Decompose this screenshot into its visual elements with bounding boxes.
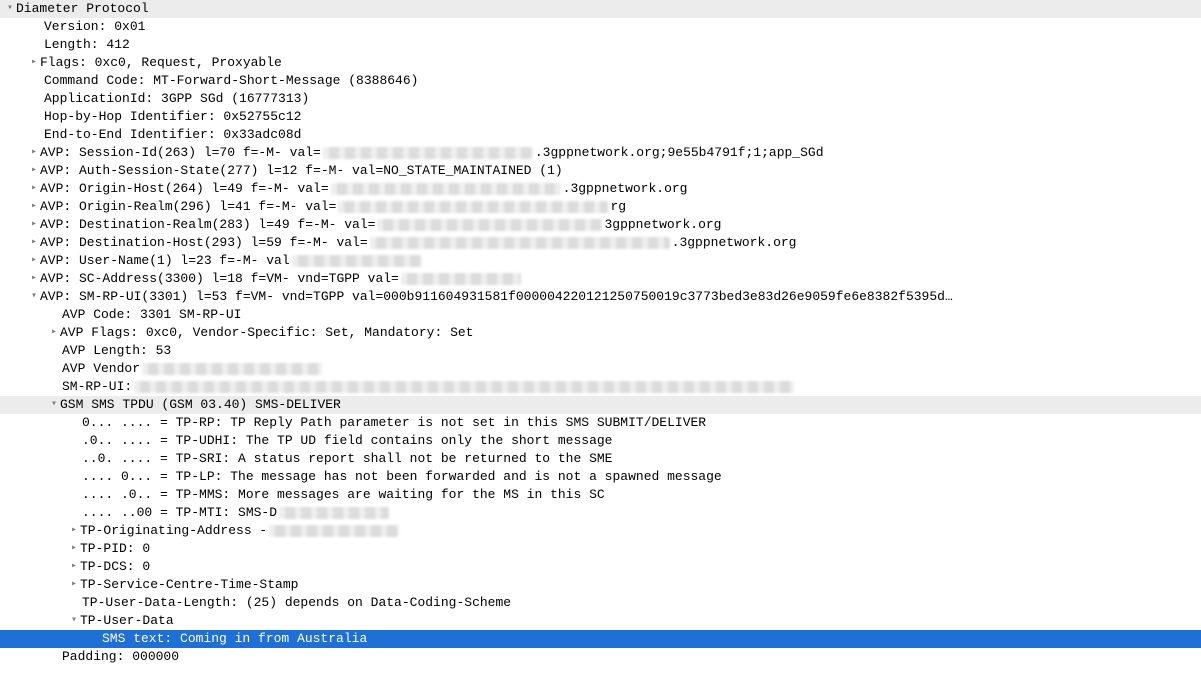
chevron-right-icon[interactable]: ▸ [68,576,80,594]
avp-flags[interactable]: ▸ AVP Flags: 0xc0, Vendor-Specific: Set,… [0,324,1201,342]
redaction [401,273,521,285]
tp-user-data[interactable]: ▾ TP-User-Data [0,612,1201,630]
chevron-down-icon[interactable]: ▾ [4,0,16,18]
tree-root-diameter[interactable]: ▾ Diameter Protocol [0,0,1201,18]
redaction [292,255,422,267]
tp-pid[interactable]: ▸ TP-PID: 0 [0,540,1201,558]
chevron-right-icon[interactable]: ▸ [28,162,40,180]
root-label: Diameter Protocol [16,0,149,18]
avp-length[interactable]: AVP Length: 53 [0,342,1201,360]
chevron-right-icon[interactable]: ▸ [28,144,40,162]
tp-originating-address[interactable]: ▸ TP-Originating-Address - [0,522,1201,540]
sms-text-row[interactable]: SMS text: Coming in from Australia [0,630,1201,648]
avp-sc-address[interactable]: ▸ AVP: SC-Address(3300) l=18 f=VM- vnd=T… [0,270,1201,288]
redaction [377,219,602,231]
field-flags[interactable]: ▸ Flags: 0xc0, Request, Proxyable [0,54,1201,72]
avp-code[interactable]: AVP Code: 3301 SM-RP-UI [0,306,1201,324]
redaction [279,507,389,519]
sms-text: SMS text: Coming in from Australia [102,630,367,648]
avp-session-id[interactable]: ▸ AVP: Session-Id(263) l=70 f=-M- val= .… [0,144,1201,162]
chevron-right-icon[interactable]: ▸ [28,234,40,252]
field-endtoend[interactable]: End-to-End Identifier: 0x33adc08d [0,126,1201,144]
padding-field[interactable]: Padding: 000000 [0,648,1201,666]
tp-rp[interactable]: 0... .... = TP-RP: TP Reply Path paramet… [0,414,1201,432]
avp-user-name[interactable]: ▸ AVP: User-Name(1) l=23 f=-M- val [0,252,1201,270]
avp-sm-rp-ui[interactable]: ▾ AVP: SM-RP-UI(3301) l=53 f=VM- vnd=TGP… [0,288,1201,306]
chevron-down-icon[interactable]: ▾ [48,396,60,414]
avp-vendor[interactable]: AVP Vendor [0,360,1201,378]
field-length[interactable]: Length: 412 [0,36,1201,54]
redaction [134,381,794,393]
tp-lp[interactable]: .... 0... = TP-LP: The message has not b… [0,468,1201,486]
chevron-right-icon[interactable]: ▸ [28,252,40,270]
chevron-right-icon[interactable]: ▸ [28,54,40,72]
chevron-down-icon[interactable]: ▾ [28,288,40,306]
chevron-right-icon[interactable]: ▸ [68,522,80,540]
redaction [338,201,608,213]
avp-destination-host[interactable]: ▸ AVP: Destination-Host(293) l=59 f=-M- … [0,234,1201,252]
redaction [331,183,561,195]
avp-origin-realm[interactable]: ▸ AVP: Origin-Realm(296) l=41 f=-M- val=… [0,198,1201,216]
tp-scts[interactable]: ▸ TP-Service-Centre-Time-Stamp [0,576,1201,594]
chevron-right-icon[interactable]: ▸ [68,558,80,576]
redaction [142,363,322,375]
chevron-down-icon[interactable]: ▾ [68,612,80,630]
redaction [269,525,399,537]
chevron-right-icon[interactable]: ▸ [68,540,80,558]
redaction [323,147,533,159]
avp-destination-realm[interactable]: ▸ AVP: Destination-Realm(283) l=49 f=-M-… [0,216,1201,234]
avp-auth-session-state[interactable]: ▸ AVP: Auth-Session-State(277) l=12 f=-M… [0,162,1201,180]
tp-mti[interactable]: .... ..00 = TP-MTI: SMS-D [0,504,1201,522]
tp-udhi[interactable]: .0.. .... = TP-UDHI: The TP UD field con… [0,432,1201,450]
sm-rp-ui-raw[interactable]: SM-RP-UI: [0,378,1201,396]
field-command-code[interactable]: Command Code: MT-Forward-Short-Message (… [0,72,1201,90]
gsm-sms-tpdu[interactable]: ▾ GSM SMS TPDU (GSM 03.40) SMS-DELIVER [0,396,1201,414]
tp-udl[interactable]: TP-User-Data-Length: (25) depends on Dat… [0,594,1201,612]
field-version[interactable]: Version: 0x01 [0,18,1201,36]
chevron-right-icon[interactable]: ▸ [28,180,40,198]
chevron-right-icon[interactable]: ▸ [28,198,40,216]
field-hopbyhop[interactable]: Hop-by-Hop Identifier: 0x52755c12 [0,108,1201,126]
tp-mms[interactable]: .... .0.. = TP-MMS: More messages are wa… [0,486,1201,504]
redaction [370,237,670,249]
tp-dcs[interactable]: ▸ TP-DCS: 0 [0,558,1201,576]
chevron-right-icon[interactable]: ▸ [28,270,40,288]
field-appid[interactable]: ApplicationId: 3GPP SGd (16777313) [0,90,1201,108]
tp-sri[interactable]: ..0. .... = TP-SRI: A status report shal… [0,450,1201,468]
chevron-right-icon[interactable]: ▸ [48,324,60,342]
chevron-right-icon[interactable]: ▸ [28,216,40,234]
avp-origin-host[interactable]: ▸ AVP: Origin-Host(264) l=49 f=-M- val= … [0,180,1201,198]
